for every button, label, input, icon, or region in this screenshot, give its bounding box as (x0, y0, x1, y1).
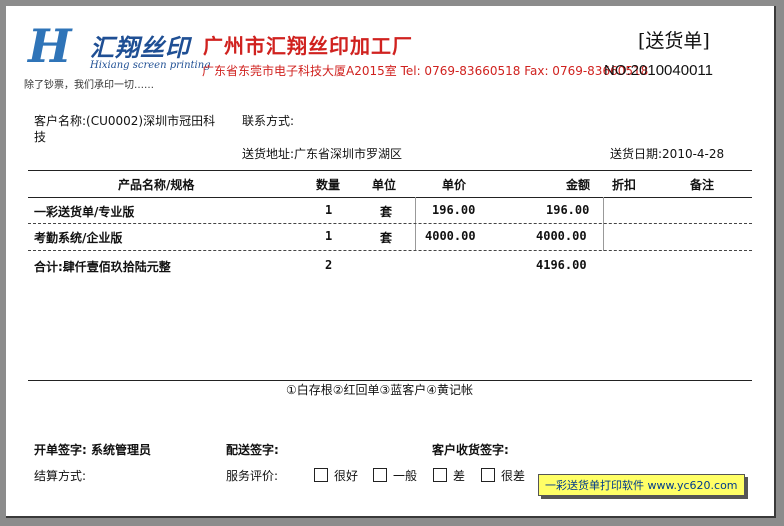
rating-label: 服务评价: (226, 469, 279, 483)
contact-label: 联系方式: (242, 114, 295, 128)
document-number: NO:2010040011 (604, 62, 713, 79)
row-unit: 套 (380, 231, 393, 245)
col-header-name: 产品名称/规格 (118, 178, 195, 192)
row-amount: 196.00 (546, 203, 590, 217)
company-logo: H 汇翔丝印 Hixiang screen printing 除了钞票，我们承印… (24, 19, 211, 96)
delivery-signature: 配送签字: (226, 443, 279, 457)
col-header-amount: 金额 (566, 178, 591, 192)
checkbox-icon[interactable] (481, 468, 495, 482)
col-header-note: 备注 (690, 178, 715, 192)
total-label: 合计:肆仟壹佰玖拾陆元整 (34, 260, 171, 274)
delivery-date: 送货日期:2010-4-28 (610, 147, 725, 161)
row-price: 4000.00 (425, 229, 476, 243)
checkbox-icon[interactable] (433, 468, 447, 482)
settlement-label: 结算方式: (34, 469, 87, 483)
logo-slogan: 除了钞票，我们承印一切…… (24, 80, 154, 91)
col-header-price: 单价 (442, 178, 467, 192)
checkbox-icon[interactable] (314, 468, 328, 482)
total-qty: 2 (325, 258, 333, 272)
row-product-name: 考勤系统/企业版 (34, 231, 123, 245)
customer-name-cont: 技 (34, 130, 47, 144)
column-divider (603, 197, 604, 251)
row-qty: 1 (325, 229, 333, 243)
rating-option-poor[interactable]: 差 (433, 467, 465, 484)
delivery-address: 送货地址:广东省深圳市罗湖区 (242, 147, 403, 161)
table-header-line (28, 197, 752, 198)
table-top-line (28, 170, 752, 171)
software-watermark-badge[interactable]: 一彩送货单打印软件 www.yc620.com (538, 474, 745, 496)
checkbox-icon[interactable] (373, 468, 387, 482)
logo-english-text: Hixiang screen printing (90, 60, 211, 71)
row-divider (28, 223, 752, 224)
issuer-signature: 开单签字: 系统管理员 (34, 443, 151, 457)
row-unit: 套 (380, 205, 393, 219)
logo-h-mark: H (28, 19, 72, 73)
column-divider (415, 197, 416, 251)
rating-option-very-good[interactable]: 很好 (314, 467, 358, 484)
company-address: 广东省东莞市电子科技大厦A2015室 Tel: 0769-83660518 Fa… (202, 64, 649, 78)
total-amount: 4196.00 (536, 258, 587, 272)
row-divider (28, 250, 752, 251)
document-title: [送货单] (638, 30, 710, 52)
rating-option-very-poor[interactable]: 很差 (481, 467, 525, 484)
col-header-qty: 数量 (316, 178, 341, 192)
col-header-unit: 单位 (372, 178, 397, 192)
customer-signature: 客户收货签字: (432, 443, 509, 457)
customer-name: 客户名称:(CU0002)深圳市冠田科 (34, 114, 216, 128)
row-product-name: 一彩送货单/专业版 (34, 205, 135, 219)
company-name: 广州市汇翔丝印加工厂 (203, 34, 413, 58)
col-header-discount: 折扣 (612, 178, 637, 192)
rating-option-average[interactable]: 一般 (373, 467, 417, 484)
row-price: 196.00 (432, 203, 476, 217)
row-qty: 1 (325, 203, 333, 217)
row-amount: 4000.00 (536, 229, 587, 243)
logo-text: 汇翔丝印 (90, 34, 190, 62)
copies-legend: ①白存根②红回单③蓝客户④黄记帐 (286, 383, 474, 397)
